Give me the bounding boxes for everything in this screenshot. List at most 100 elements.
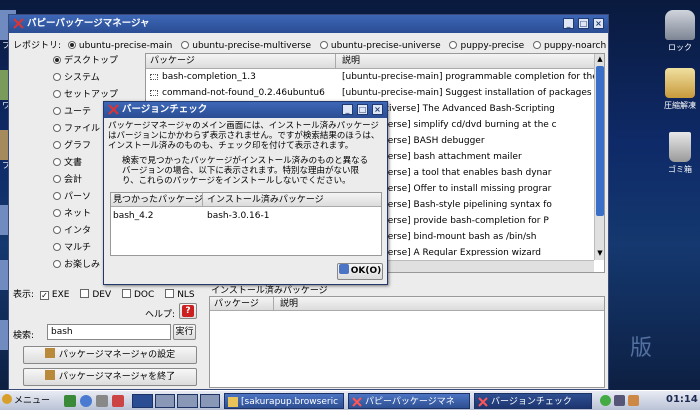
quicklaunch-icon-4[interactable] <box>112 395 124 407</box>
installed-table: パッケージ 説明 <box>209 296 605 388</box>
pkg-icon <box>150 74 158 80</box>
installed-col-description[interactable]: 説明 <box>280 297 298 311</box>
workspace-4[interactable] <box>199 394 220 408</box>
show-option-label: NLS <box>177 290 195 300</box>
workspace-2[interactable] <box>154 394 175 408</box>
desktop-archive[interactable]: 圧縮解凍 <box>650 68 700 111</box>
task-package-manager[interactable]: パピーパッケージマネ <box>348 393 470 409</box>
installed-package: bash-3.0.16-1 <box>207 211 270 221</box>
puppy-app-icon <box>13 18 24 29</box>
search-label: 検索: <box>13 331 35 341</box>
search-run-button[interactable]: 実行 <box>173 324 196 340</box>
task-browser[interactable]: [sakurapup.browseric <box>224 393 344 409</box>
package-table-vscrollbar[interactable]: ▲ ▼ <box>594 54 604 260</box>
found-package: bash_4.2 <box>113 211 154 221</box>
checkbox-icon <box>80 289 90 298</box>
dialog-titlebar[interactable]: バージョンチェック _ □ × <box>104 102 387 118</box>
quicklaunch-icon-2[interactable] <box>80 395 92 407</box>
checkbox-icon <box>165 289 175 298</box>
category-label: セットアップ <box>64 90 119 100</box>
col-installed-package[interactable]: インストール済みパッケージ <box>207 193 324 207</box>
show-dev[interactable]: DEV <box>80 289 111 300</box>
taskbar: メニュー [sakurapup.browseric パピーパッケージマネ バージ… <box>0 390 700 410</box>
dialog-minimize-button[interactable]: _ <box>342 104 353 115</box>
repo-option-label: ubuntu-precise-multiverse <box>192 41 312 51</box>
table-row[interactable]: bash-completion_1.3 [ubuntu-precise-main… <box>146 70 594 84</box>
category-label: パーソ <box>64 192 92 202</box>
minimize-button[interactable]: _ <box>563 18 574 29</box>
desktop-trash[interactable]: ゴミ箱 <box>650 132 700 175</box>
pkg-description: [ubuntu-precise-main] programmable compl… <box>342 72 594 82</box>
main-titlebar[interactable]: パピーパッケージマネージャ _ □ × <box>9 15 608 33</box>
workspace-pager[interactable] <box>132 394 220 408</box>
repo-option-multiverse[interactable]: ubuntu-precise-multiverse <box>181 41 311 51</box>
show-filters: 表示: ✓ EXE DEV DOC NLS <box>13 287 195 300</box>
category-label: デスクトップ <box>64 56 119 66</box>
installed-col-package[interactable]: パッケージ <box>214 297 274 311</box>
settings-button-label: パッケージマネージャの設定 <box>58 350 176 360</box>
repo-selector: レポジトリ: ubuntu-precise-main ubuntu-precis… <box>13 38 606 51</box>
desktop-lock-label: ロック <box>668 43 692 52</box>
clock[interactable]: 01:14 <box>666 394 698 405</box>
help-label: ヘルプ: <box>145 310 176 320</box>
category-label: ファイル <box>64 124 101 134</box>
search-input[interactable] <box>47 324 171 340</box>
show-exe[interactable]: ✓ EXE <box>39 290 69 300</box>
menu-label: メニュー <box>14 396 51 406</box>
desktop-lock[interactable]: ロック <box>650 10 700 53</box>
ok-button[interactable]: OK(O) <box>337 263 383 280</box>
task-version-check[interactable]: バージョンチェック <box>474 393 592 409</box>
show-nls[interactable]: NLS <box>165 289 195 300</box>
quicklaunch-icon-1[interactable] <box>64 395 76 407</box>
category-label: お楽しみ <box>64 260 101 270</box>
dialog-close-button[interactable]: × <box>372 104 383 115</box>
workspace-1[interactable] <box>132 394 153 408</box>
category-desktop[interactable]: デスクトップ <box>53 53 145 70</box>
radio-icon <box>53 158 61 166</box>
dialog-maximize-button[interactable]: □ <box>357 104 368 115</box>
maximize-button[interactable]: □ <box>578 18 589 29</box>
quicklaunch-icon-3[interactable] <box>96 395 108 407</box>
quit-button[interactable]: パッケージマネージャを終了 <box>23 368 197 386</box>
radio-icon <box>53 73 61 81</box>
repo-option-puppy-noarch[interactable]: puppy-noarch <box>533 41 606 51</box>
pkg-icon <box>150 90 158 96</box>
workspace-3[interactable] <box>177 394 198 408</box>
settings-button[interactable]: パッケージマネージャの設定 <box>23 346 197 364</box>
scroll-up-arrow-icon[interactable]: ▲ <box>596 55 604 64</box>
col-found-package[interactable]: 見つかったパッケージ <box>113 193 203 207</box>
vscroll-thumb[interactable] <box>596 66 604 216</box>
tray-icon-3[interactable] <box>628 395 639 406</box>
repo-option-label: ubuntu-precise-universe <box>330 41 441 51</box>
main-title: パピーパッケージマネージャ <box>27 18 150 29</box>
puppy-app-icon <box>352 397 362 407</box>
category-system[interactable]: システム <box>53 70 145 87</box>
radio-icon <box>449 41 458 49</box>
repo-option-label: puppy-noarch <box>544 41 607 51</box>
scroll-down-arrow-icon[interactable]: ▼ <box>596 249 604 258</box>
repo-option-main[interactable]: ubuntu-precise-main <box>67 41 172 51</box>
category-label: ユーテ <box>64 107 92 117</box>
tray-icon-2[interactable] <box>614 395 625 406</box>
show-doc[interactable]: DOC <box>122 289 154 300</box>
repo-option-puppy-precise[interactable]: puppy-precise <box>449 41 524 51</box>
category-label: インタ <box>64 226 92 236</box>
tray-icon-1[interactable] <box>600 395 611 406</box>
table-row[interactable]: command-not-found_0.2.46ubuntu6 [ubuntu-… <box>146 86 594 100</box>
radio-icon <box>533 41 542 49</box>
table-row[interactable]: bash_4.2 bash-3.0.16-1 <box>111 209 381 223</box>
installed-table-header: パッケージ 説明 <box>210 297 604 311</box>
repo-option-label: puppy-precise <box>460 41 525 51</box>
radio-icon <box>53 107 61 115</box>
package-icon <box>44 370 55 380</box>
repo-option-universe[interactable]: ubuntu-precise-universe <box>319 41 441 51</box>
checkbox-icon <box>122 289 131 298</box>
col-description-header[interactable]: 説明 <box>342 54 360 69</box>
menu-button[interactable]: メニュー <box>2 393 58 409</box>
radio-icon <box>53 124 61 132</box>
archive-icon <box>665 68 695 98</box>
help-button[interactable]: ? <box>179 303 197 319</box>
col-package-header[interactable]: パッケージ <box>150 54 336 69</box>
desktop-archive-label: 圧縮解凍 <box>664 101 696 110</box>
close-button[interactable]: × <box>593 18 604 29</box>
